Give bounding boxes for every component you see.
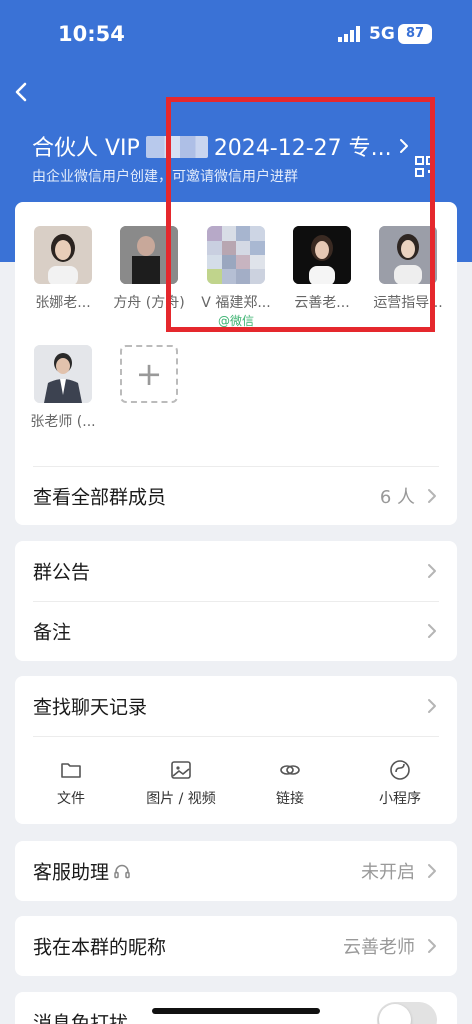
link-icon (280, 765, 300, 775)
avatar (207, 226, 265, 284)
customer-service-text: 客服助理 (33, 861, 110, 884)
chevron-right-icon (428, 564, 436, 578)
search-files-button[interactable]: 文件 (26, 758, 116, 808)
headset-icon (114, 864, 130, 879)
battery-icon: 87 (398, 24, 432, 44)
member-name: 运营指导... (373, 295, 443, 311)
avatar (120, 226, 178, 284)
mute-toggle[interactable] (377, 1002, 437, 1024)
my-nickname-row[interactable]: 我在本群的昵称 云善老师 (15, 916, 457, 976)
status-bar: 10:54 5G 87 (0, 0, 472, 70)
search-history-card: 查找聊天记录 文件 图片 / 视频 链接 小程序 (15, 676, 457, 824)
signal-icon (338, 26, 360, 42)
status-time: 10:54 (58, 22, 125, 46)
search-links-button[interactable]: 链接 (245, 758, 335, 808)
chevron-right-icon (428, 489, 436, 503)
member-item[interactable]: V 福建郑... @微信 (196, 226, 276, 329)
tool-label: 链接 (276, 791, 304, 807)
network-type: 5G (369, 24, 395, 44)
tool-label: 图片 / 视频 (146, 791, 216, 807)
wechat-tag: @微信 (217, 314, 254, 328)
member-name: 张娜老... (35, 295, 91, 311)
member-name: 方舟 (方舟) (113, 295, 185, 311)
member-item[interactable]: 方舟 (方舟) (109, 226, 189, 312)
group-notice-label: 群公告 (33, 561, 91, 584)
remark-row[interactable]: 备注 (15, 601, 457, 661)
mute-label: 消息免打扰 (33, 1012, 129, 1024)
group-title-prefix: 合伙人 VIP (32, 136, 140, 161)
toggle-knob (379, 1004, 411, 1024)
chevron-right-icon (428, 699, 436, 713)
member-name: V 福建郑... (201, 295, 271, 311)
tool-label: 小程序 (379, 791, 421, 807)
group-title[interactable]: 合伙人 VIP 2024-12-27 专... (32, 130, 392, 162)
search-media-button[interactable]: 图片 / 视频 (136, 758, 226, 808)
my-nickname-value: 云善老师 (343, 937, 415, 958)
avatar (293, 226, 351, 284)
member-item[interactable]: 张娜老... (23, 226, 103, 312)
chevron-right-icon[interactable] (398, 138, 410, 154)
group-title-suffix: 2024-12-27 专... (213, 136, 392, 161)
nickname-card: 我在本群的昵称 云善老师 (15, 916, 457, 976)
notice-card: 群公告 备注 (15, 541, 457, 661)
search-mini-programs-button[interactable]: 小程序 (355, 758, 445, 808)
search-history-label: 查找聊天记录 (33, 696, 148, 719)
member-name: 张老师 (... (30, 414, 96, 430)
image-icon (171, 761, 191, 779)
plus-icon: + (135, 355, 163, 393)
member-item[interactable]: 云善老... (282, 226, 362, 312)
customer-service-status: 未开启 (361, 862, 415, 883)
avatar (34, 226, 92, 284)
group-notice-row[interactable]: 群公告 (15, 541, 457, 601)
avatar (379, 226, 437, 284)
remark-label: 备注 (33, 621, 72, 644)
divider (33, 736, 439, 737)
avatar (34, 345, 92, 403)
group-subtitle: 由企业微信用户创建，可邀请微信用户进群 (32, 169, 298, 185)
members-card: 张娜老... 方舟 (方舟) V 福建郑... @微信 云善老... 运营指导.… (15, 202, 457, 525)
member-count: 6 人 (379, 487, 415, 508)
home-indicator[interactable] (152, 1008, 320, 1014)
chevron-right-icon (428, 939, 436, 953)
customer-service-label: 客服助理 (33, 858, 131, 885)
blurred-text (145, 136, 208, 158)
search-history-row[interactable]: 查找聊天记录 (15, 676, 457, 736)
mini-program-icon (390, 760, 410, 780)
member-item[interactable]: 运营指导... (368, 226, 448, 312)
back-icon[interactable] (10, 80, 34, 104)
folder-icon (61, 763, 81, 778)
chevron-right-icon (428, 864, 436, 878)
qr-code-icon[interactable] (415, 156, 435, 178)
view-all-members-row[interactable]: 查看全部群成员 6 人 (15, 466, 457, 526)
tool-label: 文件 (57, 791, 85, 807)
member-name: 云善老... (294, 295, 350, 311)
member-item[interactable]: 张老师 (... (23, 345, 103, 431)
customer-service-card: 客服助理 未开启 (15, 841, 457, 901)
chevron-right-icon (428, 624, 436, 638)
customer-service-row[interactable]: 客服助理 未开启 (15, 841, 457, 901)
add-member-button[interactable]: + (120, 345, 178, 403)
my-nickname-label: 我在本群的昵称 (33, 936, 167, 959)
view-all-members-label: 查看全部群成员 (33, 486, 167, 509)
